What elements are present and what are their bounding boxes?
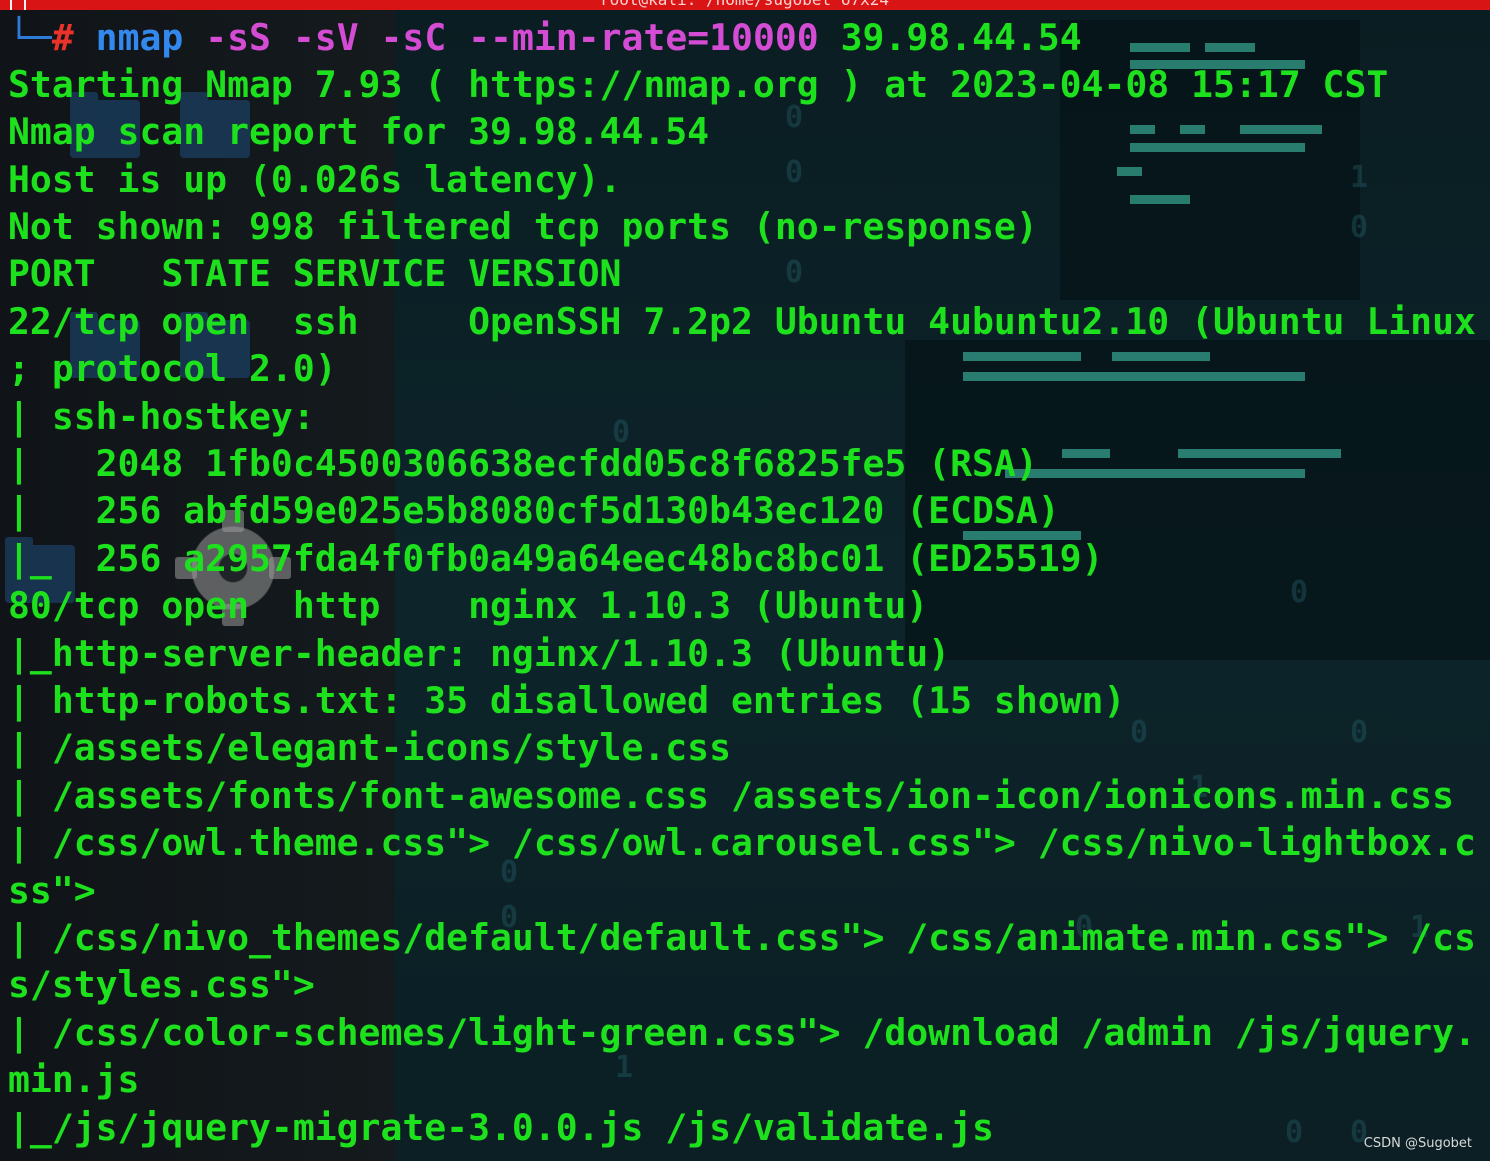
watermark: CSDN @Sugobet [1363,1136,1472,1151]
prompt-symbol: # [51,16,74,59]
output-line: | /css/owl.theme.css"> /css/owl.carousel… [8,821,1476,864]
output-line: Nmap scan report for 39.98.44.54 [8,110,710,153]
output-line: | http-robots.txt: 35 disallowed entries… [8,679,1126,722]
output-line: | 256 abfd59e025e5b8080cf5d130b43ec120 (… [8,489,1060,532]
output-line: 22/tcp open ssh OpenSSH 7.2p2 Ubuntu 4ub… [8,300,1476,343]
output-line: ss"> [8,869,96,912]
output-line: |_ 256 a2957fda4f0fb0a49a64eec48bc8bc01 … [8,537,1104,580]
command-target: 39.98.44.54 [840,16,1082,59]
prompt-corner: └─ [8,16,52,59]
output-line: | /css/color-schemes/light-green.css"> /… [8,1011,1476,1054]
output-line: min.js [8,1058,140,1101]
output-line: | ssh-hostkey: [8,395,315,438]
output-line: |_/js/jquery-migrate-3.0.0.js /js/valida… [8,1106,994,1149]
command-line: └─# nmap -sS -sV -sC --min-rate=10000 39… [8,14,1082,62]
output-line: Starting Nmap 7.93 ( https://nmap.org ) … [8,63,1389,106]
output-line: | /css/nivo_themes/default/default.css">… [8,916,1476,959]
output-line: ; protocol 2.0) [8,347,337,390]
output-line: Not shown: 998 filtered tcp ports (no-re… [8,205,1038,248]
output-line: s/styles.css"> [8,963,315,1006]
output-line: PORT STATE SERVICE VERSION [8,252,622,295]
output-line: | /assets/elegant-icons/style.css [8,726,731,769]
command-name: nmap [95,16,184,59]
output-line: | 2048 1fb0c4500306638ecfdd05c8f6825fe5 … [8,442,1038,485]
output-line: 80/tcp open http nginx 1.10.3 (Ubuntu) [8,584,929,627]
command-args: -sS -sV -sC --min-rate=10000 [205,16,819,59]
output-line: |_http-server-header: nginx/1.10.3 (Ubun… [8,632,951,675]
terminal-output[interactable]: └─# nmap -sS -sV -sC --min-rate=10000 39… [0,0,1490,1161]
output-line: | /assets/fonts/font-awesome.css /assets… [8,774,1454,817]
output-line: Host is up (0.026s latency). [8,158,622,201]
